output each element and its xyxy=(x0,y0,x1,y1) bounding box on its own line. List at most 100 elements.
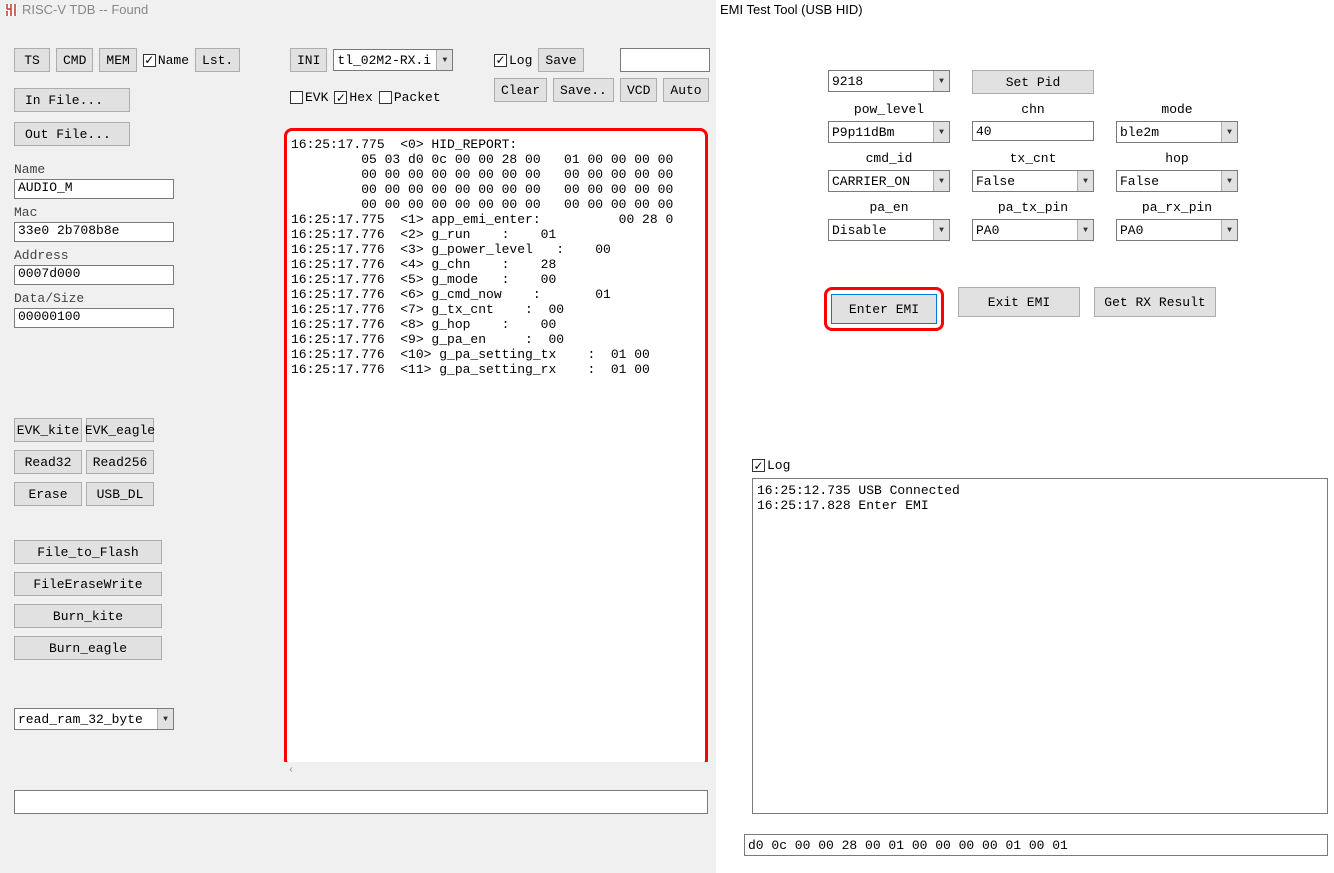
chevron-down-icon: ▼ xyxy=(1077,171,1093,191)
read-ram-select[interactable]: read_ram_32_byte ▼ xyxy=(14,708,174,730)
pa-rx-pin-select[interactable]: PA0 ▼ xyxy=(1116,219,1238,241)
vcd-button[interactable]: VCD xyxy=(620,78,657,102)
chevron-down-icon: ▼ xyxy=(1077,220,1093,240)
right-log-checkbox[interactable]: ✓ Log xyxy=(752,458,790,473)
hex-checkbox-label: Hex xyxy=(349,90,372,105)
left-fields: In File... Out File... Name AUDIO_M Mac … xyxy=(14,88,184,328)
lst-button[interactable]: Lst. xyxy=(195,48,240,72)
pa-en-label: pa_en xyxy=(869,200,908,215)
burn-kite-button[interactable]: Burn_kite xyxy=(14,604,162,628)
emi-form: 9218 ▼ Set Pid pow_level P9p11dBm ▼ chn … xyxy=(716,70,1334,331)
hex-checkbox[interactable]: ✓ Hex xyxy=(334,90,372,105)
left-title-bar: RISC-V TDB -- Found xyxy=(0,0,716,19)
mode-label: mode xyxy=(1161,102,1192,117)
chevron-down-icon: ▼ xyxy=(933,171,949,191)
get-rx-result-button[interactable]: Get RX Result xyxy=(1094,287,1216,317)
chevron-down-icon: ▼ xyxy=(933,71,949,91)
name-input[interactable]: AUDIO_M xyxy=(14,179,174,199)
emi-test-tool-window: EMI Test Tool (USB HID) 9218 ▼ Set Pid p… xyxy=(716,0,1334,873)
tx-cnt-value: False xyxy=(976,174,1015,189)
checkbox-icon xyxy=(379,91,392,104)
ini-button[interactable]: INI xyxy=(290,48,327,72)
file-erase-write-button[interactable]: FileEraseWrite xyxy=(14,572,162,596)
log-checkbox-label: Log xyxy=(509,53,532,68)
evk-checkbox[interactable]: EVK xyxy=(290,90,328,105)
pa-tx-pin-value: PA0 xyxy=(976,223,999,238)
pa-tx-pin-label: pa_tx_pin xyxy=(998,200,1068,215)
usb-dl-button[interactable]: USB_DL xyxy=(86,482,154,506)
clear-button[interactable]: Clear xyxy=(494,78,547,102)
tx-cnt-select[interactable]: False ▼ xyxy=(972,170,1094,192)
log-output[interactable]: 16:25:17.775 <0> HID_REPORT: 05 03 d0 0c… xyxy=(284,128,708,768)
cmd-id-label: cmd_id xyxy=(866,151,913,166)
cmd-button[interactable]: CMD xyxy=(56,48,93,72)
command-input[interactable] xyxy=(14,790,708,814)
read32-button[interactable]: Read32 xyxy=(14,450,82,474)
read256-button[interactable]: Read256 xyxy=(86,450,154,474)
chevron-down-icon: ▼ xyxy=(1221,171,1237,191)
file-to-flash-button[interactable]: File_to_Flash xyxy=(14,540,162,564)
out-file-button[interactable]: Out File... xyxy=(14,122,130,146)
evk-eagle-button[interactable]: EVK_eagle xyxy=(86,418,154,442)
pa-rx-pin-label: pa_rx_pin xyxy=(1142,200,1212,215)
ts-button[interactable]: TS xyxy=(14,48,50,72)
save-as-button[interactable]: Save.. xyxy=(553,78,614,102)
check-icon: ✓ xyxy=(494,54,507,67)
vcd-toolbar: VCD Auto xyxy=(620,48,710,102)
hci-icon xyxy=(4,3,18,17)
auto-button[interactable]: Auto xyxy=(663,78,708,102)
save-button[interactable]: Save xyxy=(538,48,583,72)
chevron-down-icon: ▼ xyxy=(933,122,949,142)
ram-select-group: read_ram_32_byte ▼ xyxy=(14,708,174,730)
packet-checkbox[interactable]: Packet xyxy=(379,90,441,105)
checkbox-icon xyxy=(290,91,303,104)
log-format-checkboxes: EVK ✓ Hex Packet xyxy=(290,90,441,105)
address-label: Address xyxy=(14,248,184,263)
vcd-input[interactable] xyxy=(620,48,710,72)
log-scrollbar[interactable]: ‹ xyxy=(284,762,708,776)
pow-level-value: P9p11dBm xyxy=(832,125,894,140)
mac-input[interactable]: 33e0 2b708b8e xyxy=(14,222,174,242)
left-toolbar: TS CMD MEM ✓ Name Lst. xyxy=(14,48,240,72)
right-window-title: EMI Test Tool (USB HID) xyxy=(720,2,863,17)
log-save-toolbar: ✓ Log Save Clear Save.. xyxy=(494,48,614,102)
pow-level-select[interactable]: P9p11dBm ▼ xyxy=(828,121,950,143)
name-checkbox-label: Name xyxy=(158,53,189,68)
mode-select[interactable]: ble2m ▼ xyxy=(1116,121,1238,143)
pa-tx-pin-select[interactable]: PA0 ▼ xyxy=(972,219,1094,241)
evk-button-group: EVK_kite EVK_eagle Read32 Read256 Erase … xyxy=(14,418,154,506)
enter-emi-button[interactable]: Enter EMI xyxy=(831,294,937,324)
burn-eagle-button[interactable]: Burn_eagle xyxy=(14,636,162,660)
pid-select[interactable]: 9218 ▼ xyxy=(828,70,950,92)
emi-log-output[interactable]: 16:25:12.735 USB Connected 16:25:17.828 … xyxy=(752,478,1328,814)
mem-button[interactable]: MEM xyxy=(99,48,136,72)
chn-label: chn xyxy=(1021,102,1044,117)
datasize-input[interactable]: 00000100 xyxy=(14,308,174,328)
hop-select[interactable]: False ▼ xyxy=(1116,170,1238,192)
right-title-bar: EMI Test Tool (USB HID) xyxy=(716,0,1334,19)
evk-checkbox-label: EVK xyxy=(305,90,328,105)
address-input[interactable]: 0007d000 xyxy=(14,265,174,285)
ini-file-value: tl_02M2-RX.i xyxy=(337,53,431,68)
cmd-id-select[interactable]: CARRIER_ON ▼ xyxy=(828,170,950,192)
pa-en-select[interactable]: Disable ▼ xyxy=(828,219,950,241)
pa-en-value: Disable xyxy=(832,223,887,238)
check-icon: ✓ xyxy=(143,54,156,67)
set-pid-button[interactable]: Set Pid xyxy=(972,70,1094,94)
log-checkbox[interactable]: ✓ Log xyxy=(494,53,532,68)
ini-file-select[interactable]: tl_02M2-RX.i ▼ xyxy=(333,49,453,71)
hop-value: False xyxy=(1120,174,1159,189)
evk-kite-button[interactable]: EVK_kite xyxy=(14,418,82,442)
packet-checkbox-label: Packet xyxy=(394,90,441,105)
emi-hex-input[interactable]: d0 0c 00 00 28 00 01 00 00 00 00 01 00 0… xyxy=(744,834,1328,856)
in-file-button[interactable]: In File... xyxy=(14,88,130,112)
erase-button[interactable]: Erase xyxy=(14,482,82,506)
tx-cnt-label: tx_cnt xyxy=(1010,151,1057,166)
chn-input[interactable]: 40 xyxy=(972,121,1094,141)
scroll-left-icon: ‹ xyxy=(284,762,298,776)
exit-emi-button[interactable]: Exit EMI xyxy=(958,287,1080,317)
check-icon: ✓ xyxy=(752,459,765,472)
name-checkbox[interactable]: ✓ Name xyxy=(143,53,189,68)
enter-emi-highlight: Enter EMI xyxy=(824,287,944,331)
read-ram-select-value: read_ram_32_byte xyxy=(18,712,143,727)
